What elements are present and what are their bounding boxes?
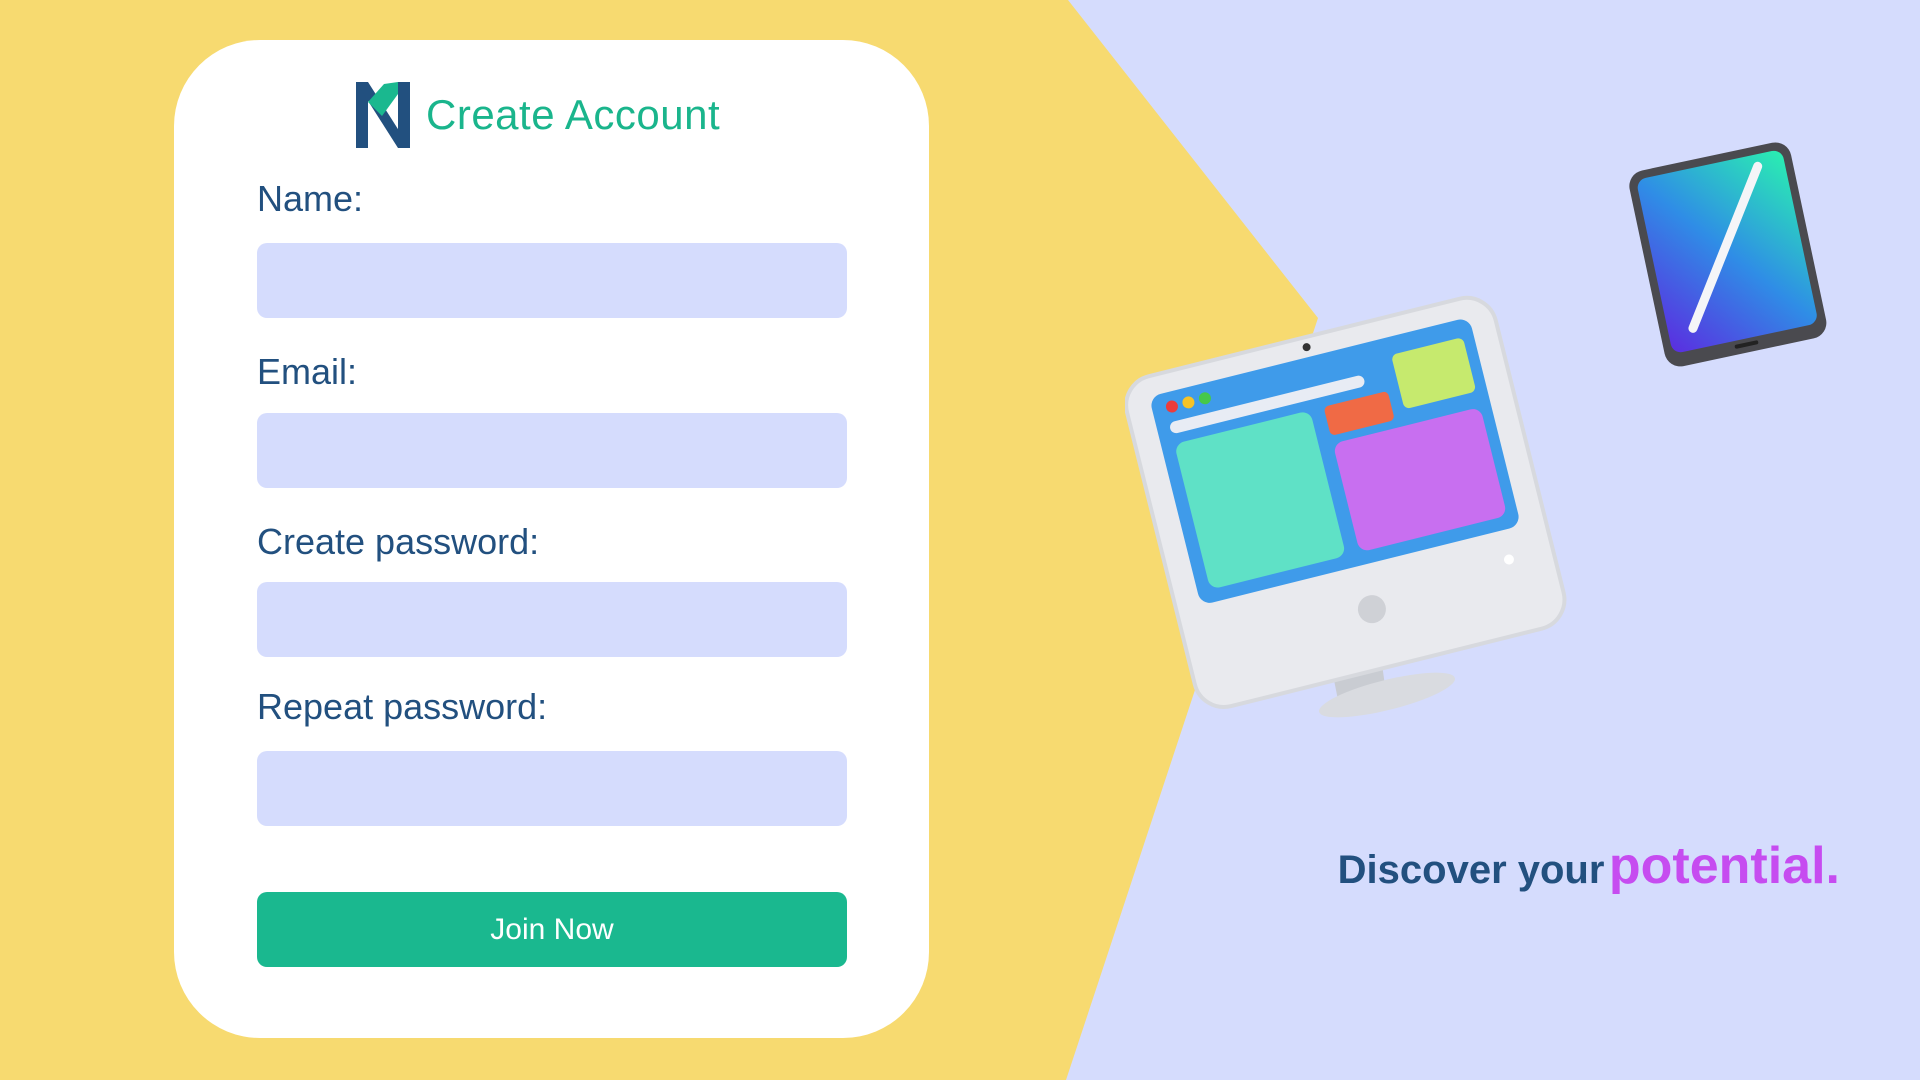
- email-field[interactable]: [257, 413, 847, 488]
- name-field[interactable]: [257, 243, 847, 318]
- tagline-part-2: potential.: [1608, 837, 1840, 895]
- tablet-pencil-illustration: [1629, 142, 1827, 367]
- imac-illustration: [1125, 295, 1567, 718]
- join-now-button[interactable]: Join Now: [257, 892, 847, 967]
- repeat-password-field[interactable]: [257, 751, 847, 826]
- create-password-label: Create password:: [257, 521, 540, 562]
- email-label: Email:: [257, 351, 358, 392]
- page-title: Create Account: [426, 91, 721, 138]
- tagline-part-1: Discover your: [1337, 848, 1605, 892]
- n-logo-icon: [356, 82, 410, 148]
- signup-card: Create Account Name: Email: Create passw…: [174, 40, 929, 1038]
- tagline: Discover your potential.: [1338, 836, 1840, 896]
- repeat-password-label: Repeat password:: [257, 686, 548, 727]
- name-label: Name:: [257, 178, 364, 219]
- card-header: Create Account: [354, 80, 720, 150]
- create-password-field[interactable]: [257, 582, 847, 657]
